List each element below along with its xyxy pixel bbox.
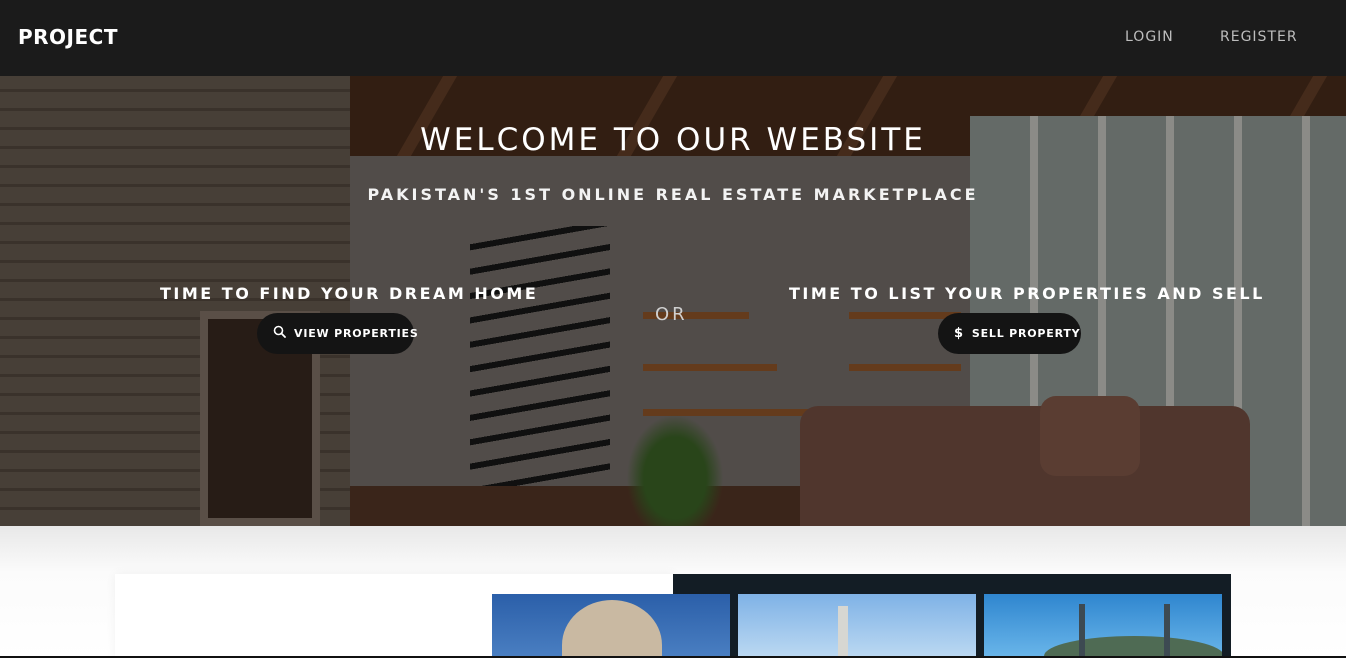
city-thumbnail-islamabad[interactable]: [984, 594, 1222, 658]
hero-banner: WELCOME TO OUR WEBSITE PAKISTAN'S 1ST ON…: [0, 76, 1346, 526]
login-link[interactable]: LOGIN: [1125, 29, 1174, 45]
find-home-heading: TIME TO FIND YOUR DREAM HOME: [160, 284, 539, 303]
search-icon: [273, 325, 286, 342]
hill-shape: [1044, 636, 1222, 658]
city-thumbnail-karachi[interactable]: [492, 594, 730, 658]
register-link[interactable]: REGISTER: [1220, 29, 1298, 45]
list-properties-heading: TIME TO LIST YOUR PROPERTIES AND SELL: [789, 284, 1265, 303]
view-properties-button[interactable]: VIEW PROPERTIES: [257, 313, 418, 354]
mausoleum-dome: [562, 600, 662, 658]
minar-tower: [838, 606, 848, 658]
minaret: [1164, 604, 1170, 658]
minaret: [1079, 604, 1085, 658]
or-separator: OR: [655, 304, 688, 325]
sell-property-button[interactable]: $ SELL PROPERTY: [938, 313, 1081, 354]
hero-title: WELCOME TO OUR WEBSITE: [420, 122, 926, 158]
city-thumbnail-lahore[interactable]: [738, 594, 976, 658]
dollar-icon: $: [954, 326, 964, 341]
hero-subtitle: PAKISTAN'S 1ST ONLINE REAL ESTATE MARKET…: [367, 185, 979, 204]
view-properties-label: VIEW PROPERTIES: [294, 327, 419, 340]
brand-logo[interactable]: PROJECT: [18, 25, 118, 49]
navbar: PROJECT LOGIN REGISTER: [0, 0, 1346, 76]
sell-property-label: SELL PROPERTY: [971, 327, 1081, 340]
